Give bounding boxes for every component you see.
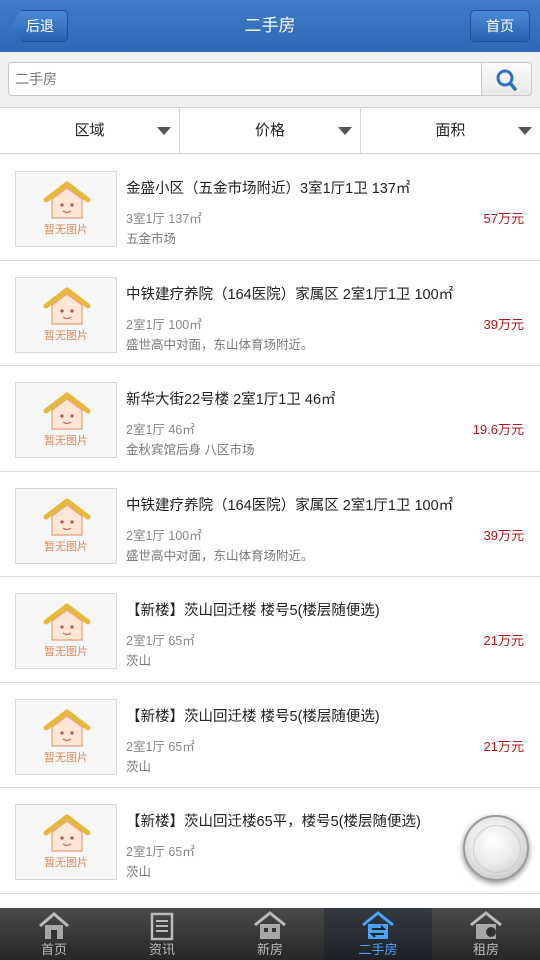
- listing-thumbnail: 暂无图片: [15, 593, 117, 669]
- listing-title: 【新楼】茨山回迁楼65平，楼号5(楼层随便选): [126, 814, 421, 830]
- listing-location: 盛世高中对面，东山体育场附近。: [126, 548, 314, 563]
- listing-thumbnail: 暂无图片: [15, 276, 117, 353]
- home-icon: [37, 911, 71, 941]
- nav-tab-label: 租房: [472, 942, 499, 957]
- floating-action-button[interactable]: [463, 815, 529, 881]
- listing-price: 57万元: [483, 211, 524, 226]
- listing-thumbnail: 暂无图片: [15, 698, 117, 775]
- listing-location: 盛世高中对面，东山体育场附近。: [126, 337, 314, 352]
- listing-thumbnail: 暂无图片: [15, 382, 117, 458]
- no-image-label: 暂无图片: [44, 751, 88, 764]
- listing-location: 五金市场: [126, 232, 177, 246]
- filter-label: 区域: [74, 122, 105, 139]
- listing-price: 39万元: [483, 316, 524, 332]
- new-house-icon: [253, 911, 287, 941]
- no-image-house-icon: [43, 392, 91, 430]
- no-image-house-icon: [43, 181, 91, 219]
- no-image-label: 暂无图片: [44, 435, 88, 447]
- rent-icon: [469, 911, 503, 941]
- listing-spec: 2室1厅 65㎡: [126, 739, 195, 754]
- header-bar: 二手房 后退 首页: [0, 0, 540, 52]
- listing-thumbnail: 暂无图片: [15, 171, 117, 247]
- listing-item[interactable]: 暂无图片 金盛小区（五金市场附近）3室1厅1卫 137㎡ 3室1厅 137㎡ 五金市场…: [0, 155, 540, 261]
- listing-list: 暂无图片 金盛小区（五金市场附近）3室1厅1卫 137㎡ 3室1厅 137㎡ 五金市场…: [0, 155, 540, 908]
- dropdown-arrow-icon: [517, 127, 532, 135]
- listing-item[interactable]: 暂无图片 【新楼】茨山回迁楼 楼号5(楼层随便选) 2室1厅 65㎡ 茨山 21万元: [0, 682, 540, 788]
- listing-item[interactable]: 暂无图片 中铁建疗养院（164医院）家属区 2室1厅1卫 100㎡ 2室1厅 100…: [0, 260, 540, 366]
- no-image-house-icon: [43, 287, 91, 325]
- no-image-house-icon: [43, 709, 91, 747]
- filter-district[interactable]: 区域: [0, 108, 181, 153]
- listing-thumbnail: 暂无图片: [15, 487, 117, 564]
- listing-item[interactable]: 暂无图片 中铁建疗养院（164医院）家属区 2室1厅1卫 100㎡ 2室1厅 100…: [0, 471, 540, 577]
- listing-price: 39万元: [483, 527, 524, 543]
- search-input[interactable]: [8, 62, 482, 96]
- listing-spec: 2室1厅 100㎡: [126, 317, 202, 332]
- news-icon: [145, 911, 179, 941]
- nav-tab-new-house[interactable]: 新房: [216, 908, 324, 960]
- back-button[interactable]: 后退: [10, 10, 68, 42]
- listing-spec: 2室1厅 65㎡: [126, 634, 195, 648]
- listing-spec: 2室1厅 100㎡: [126, 528, 202, 543]
- no-image-house-icon: [43, 814, 91, 852]
- search-icon: [496, 69, 517, 91]
- listing-title: 【新楼】茨山回迁楼 楼号5(楼层随便选): [126, 708, 380, 725]
- nav-tab-label: 资讯: [148, 942, 175, 957]
- listing-title: 【新楼】茨山回迁楼 楼号5(楼层随便选): [126, 603, 380, 619]
- no-image-house-icon: [43, 498, 91, 536]
- nav-tab-second-hand-house[interactable]: 二手房: [324, 908, 432, 960]
- filter-label: 价格: [254, 122, 285, 139]
- home-button[interactable]: 首页: [470, 10, 530, 42]
- nav-tab-label: 首页: [40, 942, 67, 957]
- listing-item[interactable]: 暂无图片【新楼】茨山回迁楼65平，楼号5(楼层随便选)2室1厅 65㎡茨山21万…: [0, 788, 540, 894]
- listing-item[interactable]: 暂无图片 新华大街22号楼 2室1厅1卫 46㎡ 2室1厅 46㎡金秋宾馆后身 八区…: [0, 366, 540, 472]
- listing-location: 茨山: [126, 759, 152, 774]
- listing-price: 19.6万元: [472, 422, 524, 437]
- nav-tab-label: 新房: [256, 942, 283, 957]
- no-image-label: 暂无图片: [44, 224, 88, 236]
- listing-title: 金盛小区（五金市场附近）3室1厅1卫 137㎡: [126, 181, 411, 197]
- bottom-nav: 首页 资讯 新房 二手房 租房: [0, 908, 540, 960]
- filter-price[interactable]: 价格: [180, 108, 361, 153]
- listing-spec: 3室1厅 137㎡: [126, 212, 202, 226]
- search-button[interactable]: [481, 62, 532, 96]
- filter-area[interactable]: 面积: [361, 108, 540, 153]
- dropdown-arrow-icon: [337, 127, 352, 135]
- page-title: 二手房: [244, 16, 296, 35]
- listing-title: 中铁建疗养院（164医院）家属区 2室1厅1卫 100㎡: [126, 286, 454, 303]
- second-hand-house-icon: [361, 911, 395, 941]
- no-image-house-icon: [43, 603, 91, 641]
- listing-spec: 2室1厅 46㎡: [126, 423, 195, 437]
- nav-tab-news[interactable]: 资讯: [108, 908, 216, 960]
- nav-tab-home[interactable]: 首页: [0, 908, 108, 960]
- listing-price: 21万元: [483, 738, 524, 754]
- no-image-label: 暂无图片: [44, 646, 88, 658]
- listing-location: 金秋宾馆后身 八区市场: [126, 443, 255, 457]
- listing-item[interactable]: 暂无图片 【新楼】茨山回迁楼 楼号5(楼层随便选) 2室1厅 65㎡ 茨山 21万元: [0, 577, 540, 683]
- listing-location: 茨山: [126, 865, 152, 879]
- no-image-label: 暂无图片: [44, 540, 88, 553]
- no-image-label: 暂无图片: [44, 857, 88, 869]
- listing-thumbnail: 暂无图片: [15, 804, 117, 880]
- search-bar: [0, 52, 540, 108]
- filter-bar: 区域 价格 面积: [0, 108, 540, 154]
- listing-spec: 2室1厅 65㎡: [126, 845, 195, 859]
- listing-title: 中铁建疗养院（164医院）家属区 2室1厅1卫 100㎡: [126, 497, 454, 514]
- nav-tab-label: 二手房: [358, 942, 398, 957]
- listing-location: 茨山: [126, 654, 152, 668]
- listing-title: 新华大街22号楼 2室1厅1卫 46㎡: [126, 392, 336, 408]
- filter-label: 面积: [435, 122, 466, 139]
- dropdown-arrow-icon: [157, 127, 172, 135]
- listing-price: 21万元: [483, 633, 524, 648]
- nav-tab-rent[interactable]: 租房: [432, 908, 540, 960]
- no-image-label: 暂无图片: [44, 329, 88, 342]
